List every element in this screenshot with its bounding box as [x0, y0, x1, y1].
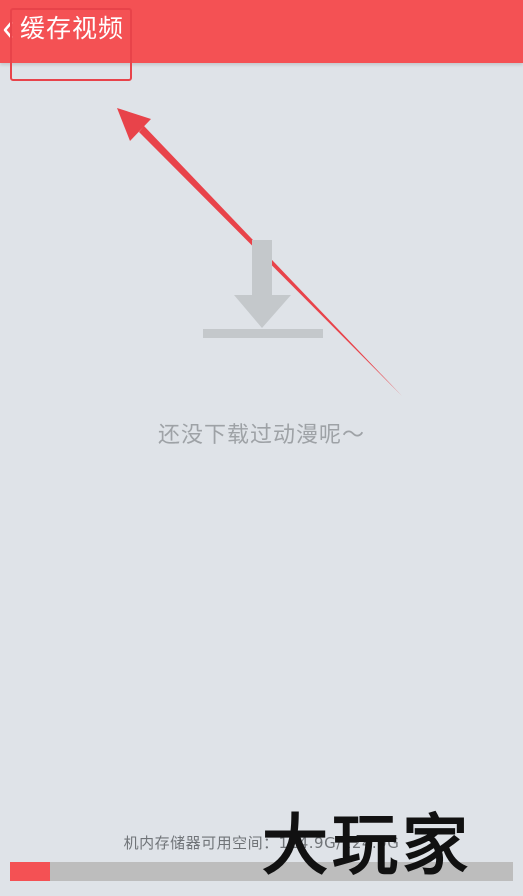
download-icon — [203, 240, 323, 338]
storage-progress-fill — [10, 862, 51, 881]
empty-state-message: 还没下载过动漫呢～ — [157, 423, 365, 448]
watermark-logo: 大玩家 — [262, 806, 472, 884]
